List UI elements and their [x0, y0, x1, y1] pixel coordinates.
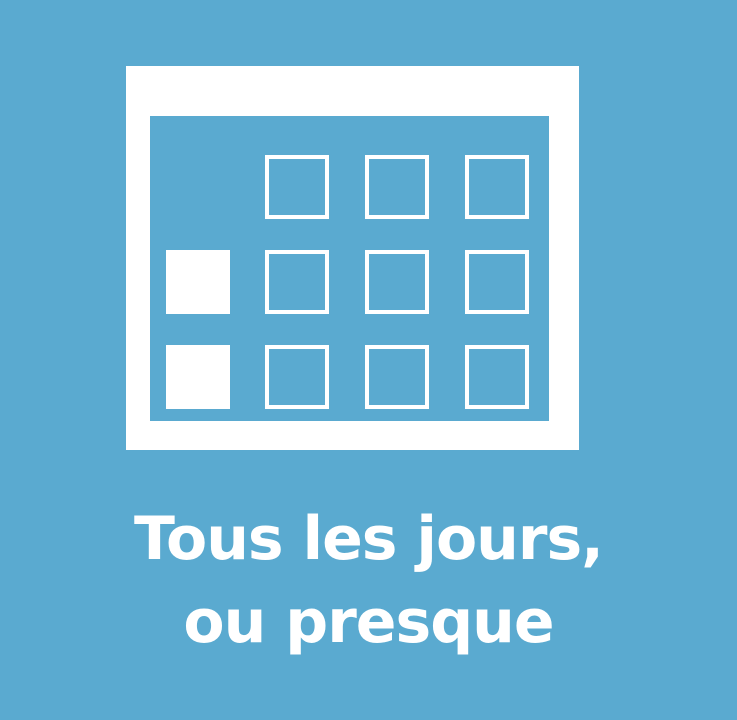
caption: Tous les jours, ou presque: [0, 498, 737, 664]
caption-line-1: Tous les jours,: [134, 504, 604, 574]
frequency-tile: Tous les jours, ou presque: [0, 0, 737, 720]
calendar-day-filled: [166, 250, 230, 314]
calendar-day-filled: [166, 345, 230, 409]
caption-line-2: ou presque: [183, 587, 554, 657]
calendar-icon: [126, 66, 579, 450]
